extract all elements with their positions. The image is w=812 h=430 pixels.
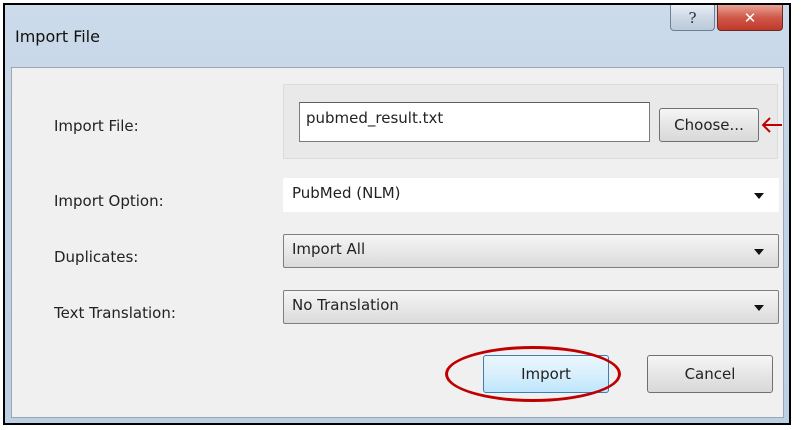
import-option-select[interactable]: PubMed (NLM) [283, 178, 779, 212]
window-title: Import File [15, 27, 100, 46]
close-icon: ✕ [743, 8, 757, 27]
annotation-circle [445, 346, 621, 402]
chevron-down-icon [754, 249, 764, 255]
text-translation-label: Text Translation: [54, 304, 176, 322]
help-icon: ? [688, 8, 697, 27]
arrow-left-icon [761, 117, 782, 133]
dialog-content: Import File: pubmed_result.txt Choose...… [11, 67, 784, 418]
chevron-down-icon [754, 193, 764, 199]
duplicates-value: Import All [292, 240, 366, 258]
cancel-button[interactable]: Cancel [647, 355, 773, 393]
close-button[interactable]: ✕ [717, 5, 783, 31]
import-file-field[interactable]: pubmed_result.txt [299, 102, 650, 142]
import-file-dialog: Import File ? ✕ Import File: pubmed_resu… [3, 3, 791, 425]
text-translation-select[interactable]: No Translation [283, 290, 779, 324]
import-option-value: PubMed (NLM) [292, 184, 401, 202]
help-button[interactable]: ? [670, 5, 715, 31]
import-file-label: Import File: [54, 117, 139, 135]
text-translation-value: No Translation [292, 296, 399, 314]
chevron-down-icon [754, 305, 764, 311]
import-option-label: Import Option: [54, 192, 164, 210]
duplicates-select[interactable]: Import All [283, 234, 779, 268]
choose-button[interactable]: Choose... [659, 108, 759, 142]
duplicates-label: Duplicates: [54, 248, 139, 266]
